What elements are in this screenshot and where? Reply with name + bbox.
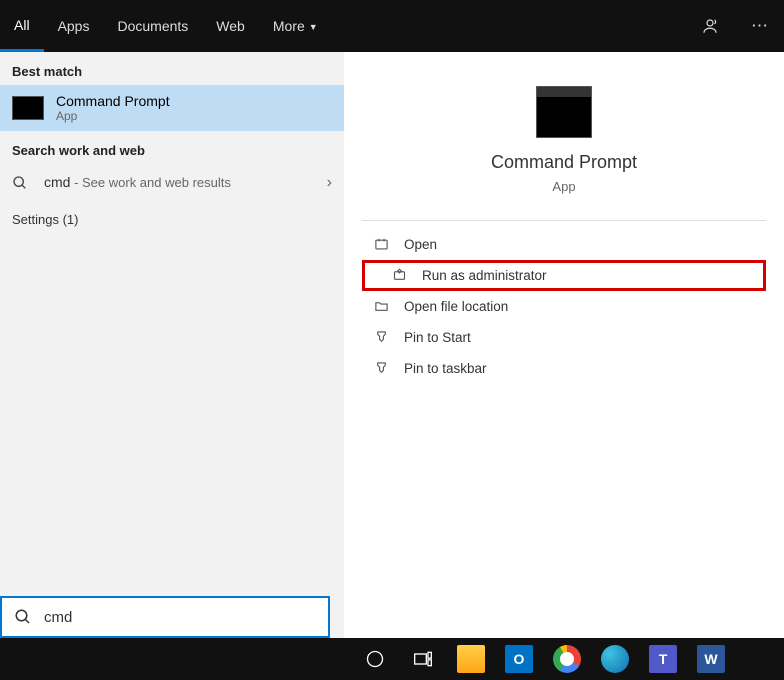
taskbar: O T W <box>0 638 784 680</box>
results-column: Best match Command Prompt App Search wor… <box>0 52 344 638</box>
outlook-button[interactable]: O <box>498 638 540 680</box>
open-icon <box>372 237 390 252</box>
search-input[interactable] <box>44 609 316 626</box>
admin-shield-icon <box>390 268 408 283</box>
tab-all[interactable]: All <box>0 0 44 52</box>
search-work-web-label: Search work and web <box>0 131 344 164</box>
action-pin-start-label: Pin to Start <box>404 330 471 345</box>
action-open[interactable]: Open <box>344 229 784 260</box>
preview-app-icon <box>536 86 592 138</box>
result-command-prompt[interactable]: Command Prompt App <box>0 85 344 131</box>
preview-pane: Command Prompt App Open Run as administr… <box>344 52 784 638</box>
tab-documents[interactable]: Documents <box>103 0 202 52</box>
action-open-label: Open <box>404 237 437 252</box>
edge-button[interactable] <box>594 638 636 680</box>
caret-down-icon: ▼ <box>309 22 318 32</box>
web-query: cmd <box>44 174 70 190</box>
cortana-button[interactable] <box>354 638 396 680</box>
action-pin-start[interactable]: Pin to Start <box>344 322 784 353</box>
search-bar[interactable] <box>0 596 330 638</box>
preview-type: App <box>344 179 784 194</box>
folder-icon <box>372 299 390 314</box>
tab-more[interactable]: More▼ <box>259 0 332 52</box>
result-type: App <box>56 109 170 123</box>
cmd-icon <box>12 96 44 120</box>
action-pin-taskbar-label: Pin to taskbar <box>404 361 487 376</box>
preview-title: Command Prompt <box>344 152 784 173</box>
web-hint: - See work and web results <box>70 175 230 190</box>
search-tabs: All Apps Documents Web More▼ ⋯ <box>0 0 784 52</box>
action-run-admin-label: Run as administrator <box>422 268 547 283</box>
best-match-label: Best match <box>0 52 344 85</box>
chevron-right-icon: › <box>327 174 332 192</box>
more-options-icon[interactable]: ⋯ <box>735 0 784 52</box>
pin-taskbar-icon <box>372 361 390 376</box>
teams-button[interactable]: T <box>642 638 684 680</box>
tab-web[interactable]: Web <box>202 0 259 52</box>
feedback-icon[interactable] <box>685 0 735 52</box>
action-pin-taskbar[interactable]: Pin to taskbar <box>344 353 784 384</box>
divider <box>362 220 766 221</box>
action-open-location[interactable]: Open file location <box>344 291 784 322</box>
web-result-cmd[interactable]: cmd - See work and web results › <box>0 164 344 202</box>
file-explorer-button[interactable] <box>450 638 492 680</box>
chrome-button[interactable] <box>546 638 588 680</box>
tab-apps[interactable]: Apps <box>44 0 104 52</box>
action-open-location-label: Open file location <box>404 299 508 314</box>
search-icon <box>12 175 30 191</box>
search-icon <box>14 608 32 626</box>
settings-group[interactable]: Settings (1) <box>0 202 344 237</box>
pin-start-icon <box>372 330 390 345</box>
action-run-admin[interactable]: Run as administrator <box>362 260 766 291</box>
task-view-button[interactable] <box>402 638 444 680</box>
word-button[interactable]: W <box>690 638 732 680</box>
result-title: Command Prompt <box>56 93 170 109</box>
